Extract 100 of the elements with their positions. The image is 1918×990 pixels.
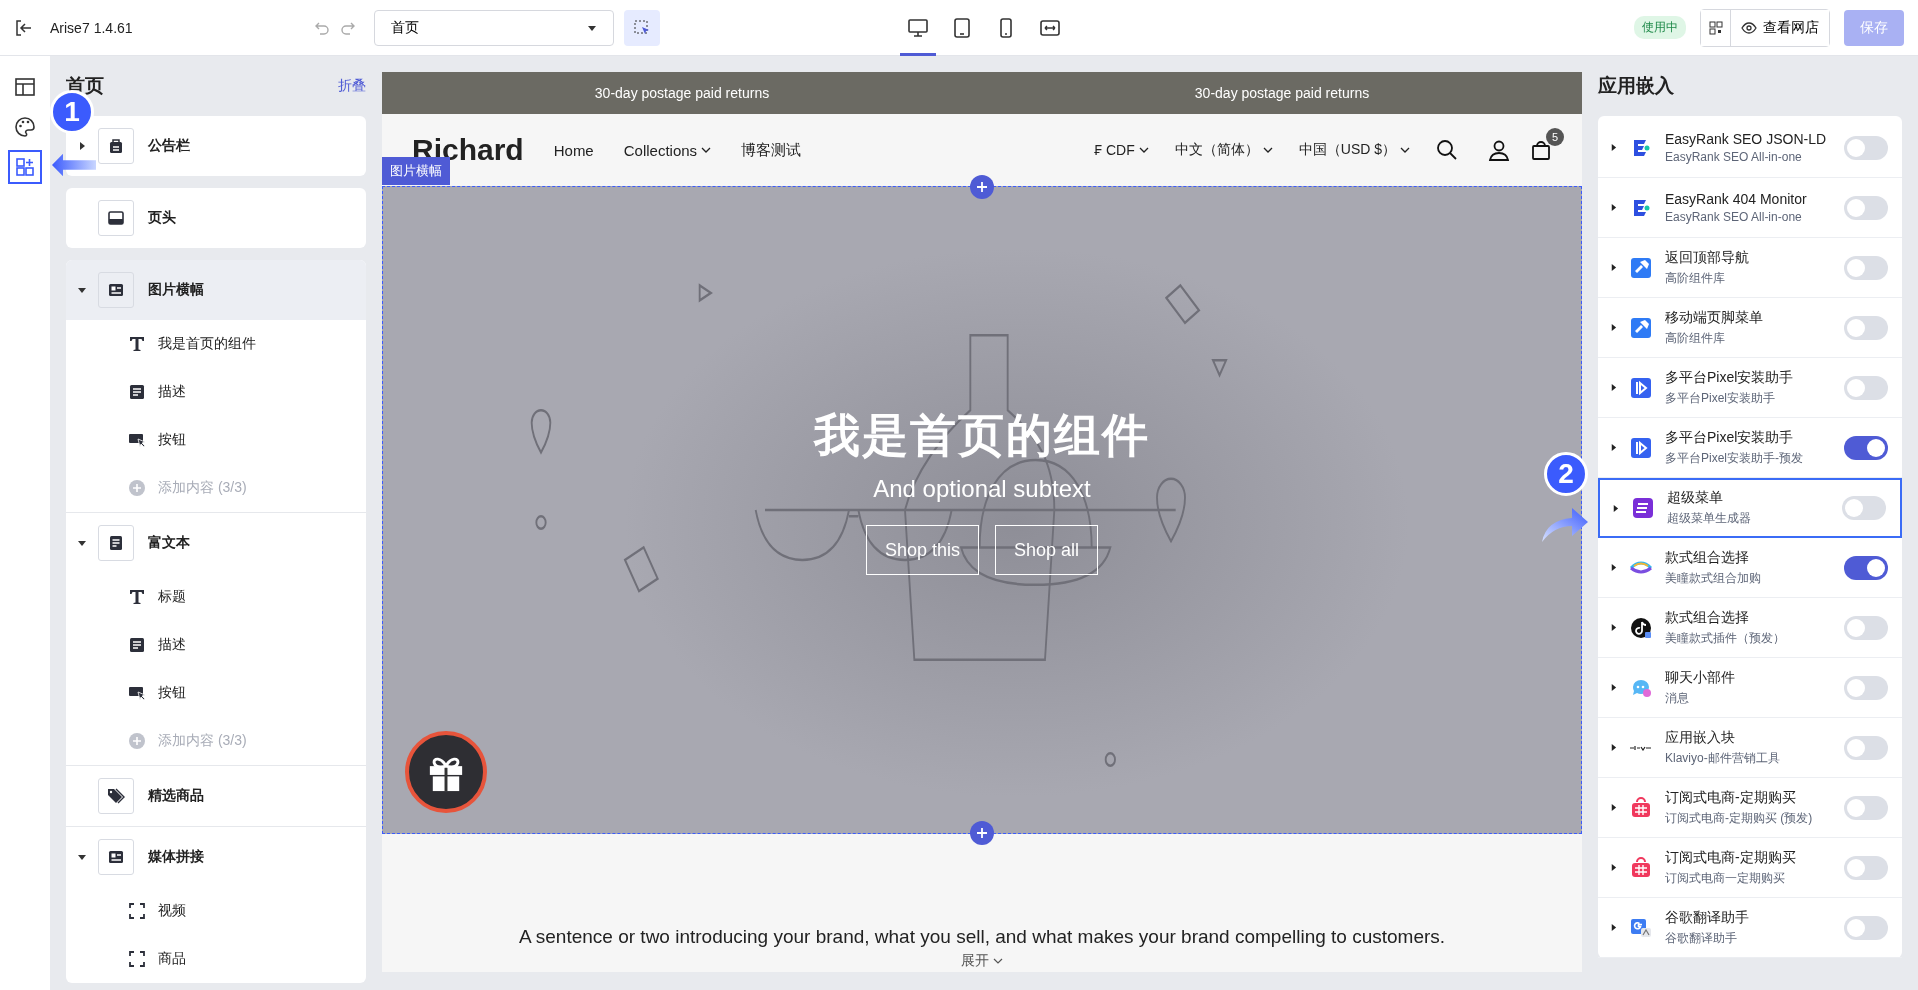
app-embed-item[interactable]: 超级菜单 超级菜单生成器 [1598,478,1902,538]
account-icon[interactable] [1488,139,1510,161]
toggle-switch[interactable] [1844,135,1888,160]
toggle-switch[interactable] [1844,915,1888,940]
status-badge: 使用中 [1634,16,1686,39]
qr-code-button[interactable] [1701,9,1731,46]
locale-selector[interactable]: 中文（简体） [1174,141,1273,159]
richtext-icon [107,534,125,552]
nav-link[interactable]: 博客测试 [741,140,802,160]
toggle-switch[interactable] [1842,496,1886,520]
page-select[interactable]: 首页 [374,9,614,46]
toggle-switch[interactable] [1844,855,1888,880]
app-name: 移动端页脚菜单 [1665,308,1764,327]
text-block-icon [128,588,146,606]
search-icon[interactable] [1436,139,1458,161]
app-embed-item[interactable]: 订阅式电商-定期购买 订阅式电商一定期购买 [1598,838,1902,898]
locale-selector[interactable]: 中国（USD $） [1298,141,1410,159]
block-item[interactable]: 商品 [66,935,366,983]
selection-cursor-icon [633,18,651,37]
cart-count: 5 [1546,128,1564,146]
app-embed-item[interactable]: 移动端页脚菜单 高阶组件库 [1598,298,1902,358]
select-tool-button[interactable] [624,9,660,46]
block-item[interactable]: 按钮 [66,416,366,464]
toggle-switch[interactable] [1844,675,1888,700]
tablet-icon [952,17,972,38]
apps-button[interactable] [8,150,42,184]
qr-code-icon [1708,20,1723,35]
section-item[interactable]: 精选商品 [98,766,366,826]
app-embed-item[interactable]: 聊天小部件 消息 [1598,658,1902,718]
app-embed-item[interactable]: EasyRank SEO JSON-LD EasyRank SEO All-in-one [1598,118,1902,178]
brand-text: A sentence or two introducing your brand, what you sell, and what makes your brand compelling to customers. [518,926,1446,948]
caret-icon[interactable] [1610,324,1617,331]
caret-icon[interactable] [1610,864,1617,871]
toggle-switch[interactable] [1844,315,1888,340]
block-item[interactable]: 我是首页的组件 [66,320,366,368]
toggle-switch[interactable] [1844,615,1888,640]
pixel-icon [1629,435,1653,460]
add-section-button[interactable] [970,821,994,845]
app-name: 应用嵌入块 [1665,728,1736,747]
app-provider: 高阶组件库 [1665,269,1726,287]
app-embed-item[interactable]: 应用嵌入块 Klaviyo-邮件营销工具 [1598,718,1902,778]
pointer-arrow [52,153,96,177]
description-block-icon [128,383,146,401]
pixel-icon [1629,375,1653,400]
toggle-switch[interactable] [1844,735,1888,760]
app-embed-item[interactable]: 款式组合选择 美瞳款式插件（预发） [1598,598,1902,658]
nav-link[interactable]: Collections [623,141,712,159]
app-embed-item[interactable]: 多平台Pixel安装助手 多平台Pixel安装助手-预发 [1598,418,1902,478]
caret-icon[interactable] [1610,924,1617,931]
caret-icon[interactable] [78,539,86,547]
caret-icon[interactable] [1610,564,1617,571]
block-item[interactable]: 描述 [66,621,366,669]
block-item[interactable]: 按钮 [66,669,366,717]
app-embed-item[interactable]: 谷歌翻译助手 谷歌翻译助手 [1598,898,1902,958]
app-embed-item[interactable]: 返回顶部导航 高阶组件库 [1598,238,1902,298]
app-name: 订阅式电商-定期购买 [1665,848,1797,867]
app-name: 款式组合选择 [1665,608,1750,627]
app-embed-item[interactable]: EasyRank 404 Monitor EasyRank SEO All-in-one [1598,178,1902,238]
expand-link[interactable]: 展开 [961,952,1003,970]
exit-icon[interactable] [14,18,32,37]
app-embed-item[interactable]: 订阅式电商-定期购买 订阅式电商-定期购买 (预发) [1598,778,1902,838]
nav-link[interactable]: Home [553,141,594,159]
toggle-switch[interactable] [1844,375,1888,400]
block-item[interactable]: 标题 [66,573,366,621]
caret-icon[interactable] [78,286,86,294]
locale-selector[interactable]: ₣ CDF [1094,142,1149,158]
add-section-button[interactable] [970,175,994,199]
toggle-switch[interactable] [1844,195,1888,220]
section-item[interactable]: 富文本 [98,513,366,573]
block-item[interactable]: 视频 [66,887,366,935]
caret-icon[interactable] [78,853,86,861]
app-embed-item[interactable]: 多平台Pixel安装助手 多平台Pixel安装助手 [1598,358,1902,418]
caret-icon[interactable] [1610,684,1617,691]
block-item[interactable]: 描述 [66,368,366,416]
caret-icon[interactable] [1610,204,1617,211]
caret-icon[interactable] [78,142,86,150]
caret-icon[interactable] [1610,264,1617,271]
caret-icon[interactable] [1610,804,1617,811]
app-embed-item[interactable]: 款式组合选择 美瞳款式组合加购 [1598,538,1902,598]
collapse-link[interactable]: 折叠 [338,77,366,95]
section-item[interactable]: 媒体拼接 [98,827,366,887]
toggle-switch[interactable] [1844,255,1888,280]
app-name: EasyRank 404 Monitor [1665,191,1808,207]
toggle-switch[interactable] [1844,555,1888,580]
bag-icon[interactable] [1530,139,1552,161]
caret-icon[interactable] [1610,444,1617,451]
app-name: 订阅式电商-定期购买 [1665,788,1797,807]
app-provider: 多平台Pixel安装助手-预发 [1665,449,1804,467]
toggle-switch[interactable] [1844,435,1888,460]
caret-icon[interactable] [1612,504,1619,512]
toggle-switch[interactable] [1844,795,1888,820]
media-block-icon [128,902,146,920]
caret-icon[interactable] [1610,744,1617,751]
caret-icon[interactable] [1610,144,1617,151]
caret-icon[interactable] [1610,384,1617,391]
announcement-icon [107,137,125,155]
caret-icon[interactable] [1610,624,1617,631]
app-provider: 订阅式电商-定期购买 (预发) [1665,809,1814,827]
plus-icon [128,732,146,750]
app-provider: EasyRank SEO All-in-one [1665,150,1803,164]
